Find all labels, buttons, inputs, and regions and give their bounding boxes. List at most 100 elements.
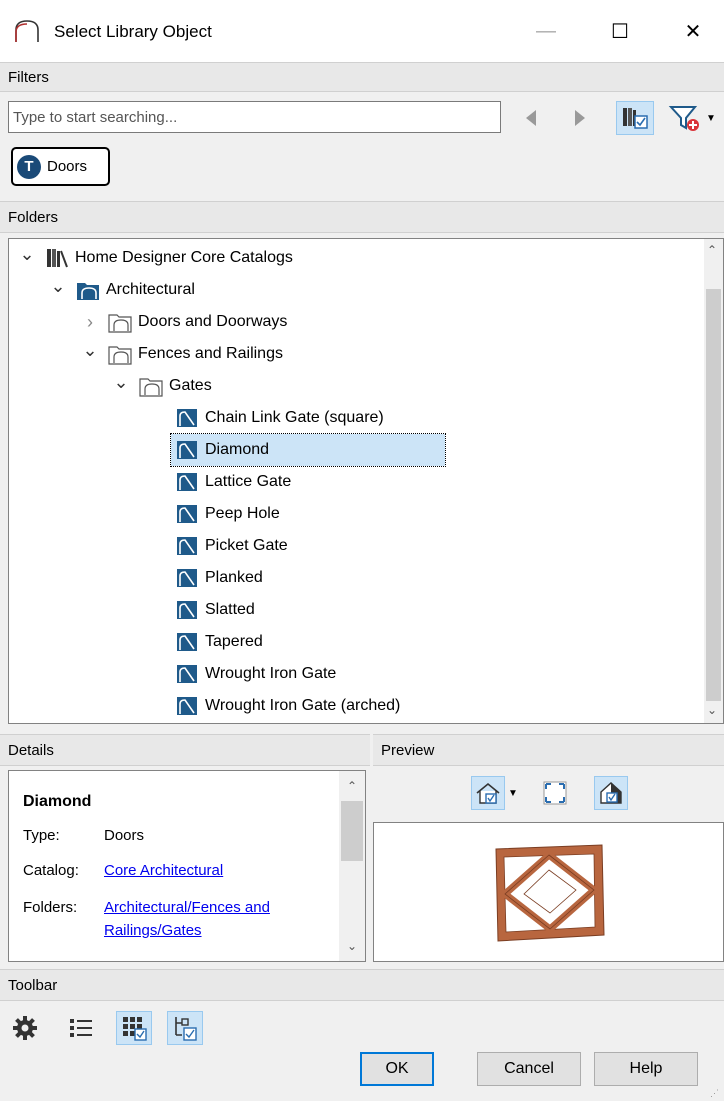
tree-item[interactable]: Wrought Iron Gate (arched): [175, 690, 400, 722]
show-preview-toggle[interactable]: [594, 776, 628, 810]
chevron-down-icon[interactable]: ⌄: [17, 244, 37, 265]
fill-window-button[interactable]: [540, 778, 570, 808]
details-object-name: Diamond: [23, 793, 92, 810]
folder-outline-icon: [139, 375, 163, 397]
chip-label: Doors: [47, 158, 88, 175]
details-panel: Diamond Type: Doors Catalog: Core Archit…: [8, 770, 366, 962]
scroll-thumb[interactable]: [706, 289, 721, 701]
help-button[interactable]: Help: [594, 1052, 698, 1086]
gate-preview-image: [495, 844, 605, 942]
tree-item[interactable]: Tapered: [175, 626, 263, 658]
catalog-link[interactable]: Core Architectural: [104, 862, 223, 879]
filter-add-icon: [668, 106, 699, 131]
doors-filter-chip[interactable]: T Doors: [11, 147, 110, 186]
tree-item-label: Home Designer Core Catalogs: [75, 249, 293, 266]
folders-header: Folders: [0, 201, 724, 233]
scroll-thumb[interactable]: [341, 801, 363, 861]
library-item-icon: [175, 631, 199, 653]
tree-item[interactable]: ⌄ Architectural: [48, 274, 195, 306]
folders-link-line2[interactable]: Railings/Gates: [104, 922, 202, 939]
chevron-down-icon: ▼: [706, 112, 716, 124]
tree-item[interactable]: Wrought Iron Gate: [175, 658, 336, 690]
filter-dropdown-button[interactable]: ▼: [668, 101, 724, 135]
folders-label: Folders:: [23, 899, 78, 916]
ok-button[interactable]: OK: [360, 1052, 434, 1086]
type-filter-icon: T: [17, 154, 41, 179]
title-bar: Select Library Object — ☐ ✕: [0, 0, 724, 62]
chevron-down-icon[interactable]: ⌄: [48, 276, 68, 297]
cancel-button[interactable]: Cancel: [477, 1052, 581, 1086]
forward-arrow-button[interactable]: [569, 106, 591, 130]
settings-button[interactable]: [10, 1013, 40, 1043]
tree-item[interactable]: Chain Link Gate (square): [175, 402, 384, 434]
tree-item-label: Fences and Railings: [138, 345, 283, 362]
back-arrow-button[interactable]: [520, 106, 542, 130]
scroll-down-icon[interactable]: ⌄: [707, 703, 717, 717]
library-item-icon: [175, 471, 199, 493]
details-scrollbar[interactable]: ⌃ ⌄: [339, 771, 365, 961]
details-header: Details: [0, 734, 370, 766]
tree-item-label: Architectural: [106, 281, 195, 298]
view-type-dropdown[interactable]: ▼: [471, 776, 521, 810]
close-button[interactable]: ✕: [670, 15, 716, 47]
tree-item-label: Gates: [169, 377, 212, 394]
tree-item[interactable]: Planked: [175, 562, 263, 594]
tree-item[interactable]: Picket Gate: [175, 530, 288, 562]
tree-item-label: Tapered: [205, 633, 263, 650]
tree-item[interactable]: Slatted: [175, 594, 255, 626]
tree-scrollbar[interactable]: ⌃ ⌄: [704, 239, 723, 723]
chevron-right-icon[interactable]: ›: [80, 312, 100, 333]
tree-item[interactable]: Diamond: [170, 433, 446, 467]
tree-item-label: Slatted: [205, 601, 255, 618]
tree-item-label: Doors and Doorways: [138, 313, 288, 330]
tree-item-label: Wrought Iron Gate: [205, 665, 337, 682]
tree-item[interactable]: ⌄ Gates: [111, 370, 212, 402]
folder-tree[interactable]: ⌃ ⌄ ⌄ Home Designer Core Catalogs ⌄ Archite…: [8, 238, 724, 724]
preview-render-icon: [600, 782, 622, 804]
show-catalogs-toggle[interactable]: [616, 101, 654, 135]
maximize-button[interactable]: ☐: [597, 15, 643, 47]
search-input[interactable]: [8, 101, 501, 133]
scroll-down-icon[interactable]: ⌄: [347, 939, 357, 953]
chevron-down-icon: ▼: [508, 787, 518, 799]
fill-window-icon: [543, 781, 567, 805]
tree-item-label: Chain Link Gate (square): [205, 409, 384, 426]
tree-item[interactable]: Peep Hole: [175, 498, 280, 530]
library-item-icon: [175, 503, 199, 525]
catalog-filter-icon: [623, 108, 648, 129]
scroll-up-icon[interactable]: ⌃: [707, 243, 717, 257]
chevron-down-icon[interactable]: ⌄: [111, 372, 131, 393]
grid-view-icon: [123, 1017, 147, 1041]
preview-panel: [373, 822, 724, 962]
toolbar-header: Toolbar: [0, 969, 724, 1001]
type-value: Doors: [104, 827, 145, 844]
gear-icon: [13, 1016, 37, 1040]
forward-arrow-icon: [575, 110, 585, 126]
filters-header: Filters: [0, 62, 724, 92]
tree-item[interactable]: › Doors and Doorways: [80, 306, 287, 338]
tree-item-label: Wrought Iron Gate (arched): [205, 697, 401, 714]
resize-grip[interactable]: ⋰: [710, 1088, 719, 1099]
tree-item-label: Diamond: [205, 441, 270, 458]
grid-view-toggle[interactable]: [116, 1011, 152, 1045]
tree-item-label: Lattice Gate: [205, 473, 292, 490]
tree-item[interactable]: ⌄ Home Designer Core Catalogs: [17, 242, 293, 274]
library-item-icon: [175, 663, 199, 685]
library-item-icon: [175, 695, 199, 717]
folders-link-line1[interactable]: Architectural/Fences and: [104, 899, 270, 916]
library-item-icon: [175, 439, 199, 461]
list-view-button[interactable]: [66, 1013, 96, 1043]
catalog-books-icon: [45, 247, 69, 269]
type-label: Type:: [23, 827, 60, 844]
library-item-icon: [175, 407, 199, 429]
library-item-icon: [175, 535, 199, 557]
tree-item[interactable]: Lattice Gate: [175, 466, 291, 498]
minimize-button[interactable]: —: [523, 15, 569, 47]
tree-view-toggle[interactable]: [167, 1011, 203, 1045]
house-view-icon: [476, 782, 500, 804]
chevron-down-icon[interactable]: ⌄: [80, 340, 100, 361]
tree-view-icon: [175, 1017, 197, 1041]
scroll-up-icon[interactable]: ⌃: [347, 779, 357, 793]
tree-item[interactable]: ⌄ Fences and Railings: [80, 338, 283, 370]
back-arrow-icon: [526, 110, 536, 126]
